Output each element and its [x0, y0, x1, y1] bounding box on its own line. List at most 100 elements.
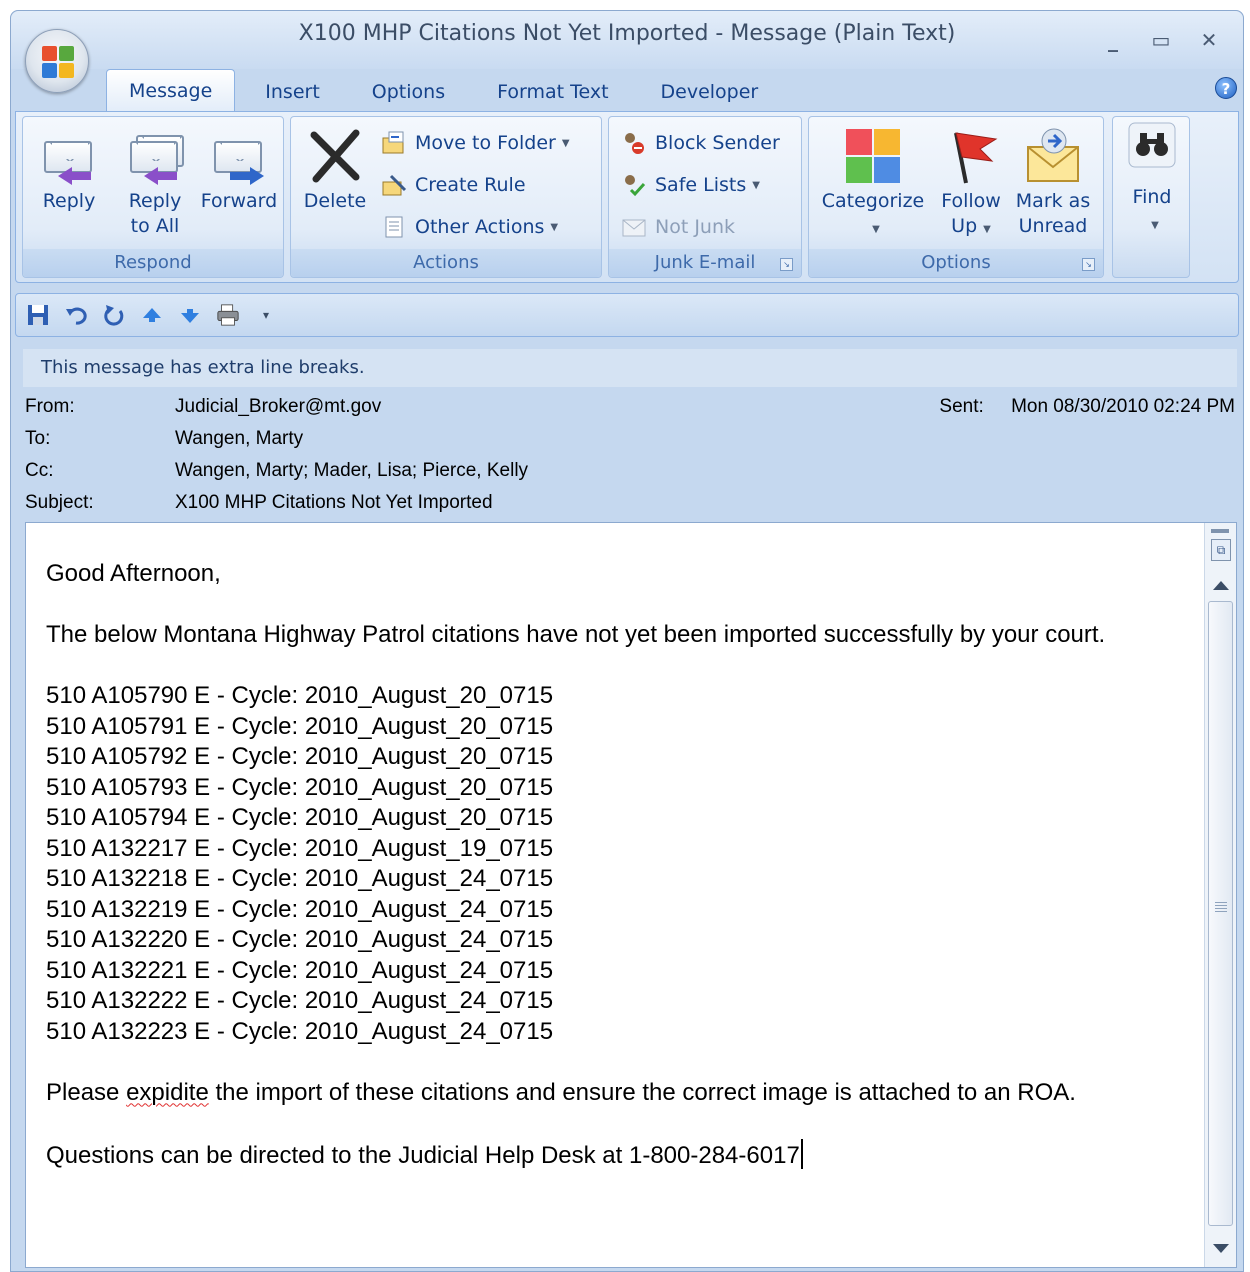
reply-all-button[interactable]: Reply to All: [113, 127, 197, 239]
title-bar: X100 MHP Citations Not Yet Imported - Me…: [11, 11, 1243, 69]
create-rule-button[interactable]: Create Rule: [381, 167, 526, 203]
from-label: From:: [25, 396, 75, 417]
chevron-down-icon: ▼: [872, 224, 880, 235]
request-paragraph: Please expidite the import of these cita…: [46, 1078, 1176, 1109]
follow-up-label-1: Follow: [941, 190, 1001, 212]
citation-line: 510 A105794 E - Cycle: 2010_August_20_07…: [46, 804, 554, 831]
window-controls: _ ▭ ✕: [1089, 25, 1233, 55]
tab-developer[interactable]: Developer: [639, 73, 781, 111]
chevron-down-icon: ▼: [983, 224, 991, 235]
misspelled-word[interactable]: expidite: [126, 1079, 209, 1106]
find-label: Find: [1132, 186, 1172, 208]
chevron-down-icon: ▼: [550, 221, 559, 233]
citation-line: 510 A105793 E - Cycle: 2010_August_20_07…: [46, 773, 554, 801]
info-bar[interactable]: This message has extra line breaks.: [23, 349, 1237, 387]
group-options: Categorize ▼ Follow Up ▼ Mark as Unread …: [808, 116, 1104, 278]
message-body[interactable]: Good Afternoon, The below Montana Highwa…: [46, 559, 1176, 1171]
forward-button[interactable]: Forward: [197, 127, 281, 214]
office-button[interactable]: [25, 29, 89, 93]
customize-icon[interactable]: ▾: [254, 303, 278, 327]
request-text-start: Please: [46, 1078, 127, 1106]
intro-paragraph: The below Montana Highway Patrol citatio…: [46, 621, 1106, 648]
other-actions-label: Other Actions: [415, 216, 545, 238]
tab-format-text[interactable]: Format Text: [475, 73, 630, 111]
create-rule-icon: [381, 172, 407, 198]
undo-icon[interactable]: [64, 303, 88, 327]
ribbon-tabs: Message Insert Options Format Text Devel…: [106, 69, 788, 111]
to-value[interactable]: Wangen, Marty: [175, 423, 303, 455]
message-window: X100 MHP Citations Not Yet Imported - Me…: [10, 10, 1244, 1272]
reply-all-label-2: to All: [130, 215, 180, 237]
view-toggle-icon[interactable]: ⧉: [1211, 539, 1231, 561]
citation-line: 510 A105792 E - Cycle: 2010_August_20_07…: [46, 743, 554, 770]
safe-lists-button[interactable]: Safe Lists ▼: [621, 167, 760, 203]
scroll-thumb[interactable]: [1208, 601, 1233, 1226]
follow-up-label-2: Up: [951, 215, 978, 237]
chevron-down-icon: ▼: [1151, 220, 1159, 231]
delete-button[interactable]: Delete: [297, 127, 373, 214]
options-dialog-launcher[interactable]: ↘: [1082, 258, 1095, 271]
from-value[interactable]: Judicial_Broker@mt.gov: [175, 391, 381, 423]
scroll-down-arrow-icon[interactable]: [1213, 1244, 1229, 1253]
group-label-junk-email: Junk E-mail: [609, 249, 801, 277]
delete-x-icon: [306, 127, 364, 185]
not-junk-button[interactable]: Not Junk: [621, 209, 735, 245]
print-icon[interactable]: [216, 303, 240, 327]
mark-as-unread-button[interactable]: Mark as Unread: [1009, 127, 1097, 239]
redo-icon[interactable]: [102, 303, 126, 327]
citation-line: 510 A132223 E - Cycle: 2010_August_24_07…: [46, 1017, 554, 1045]
maximize-button[interactable]: ▭: [1137, 25, 1185, 55]
subject-value: X100 MHP Citations Not Yet Imported: [175, 492, 493, 513]
citation-line: 510 A132217 E - Cycle: 2010_August_19_07…: [46, 834, 554, 862]
junk-email-dialog-launcher[interactable]: ↘: [780, 258, 793, 271]
text-cursor: [800, 1138, 803, 1169]
minimize-button[interactable]: _: [1089, 25, 1137, 55]
forward-icon: [210, 127, 268, 185]
window-title: X100 MHP Citations Not Yet Imported - Me…: [298, 21, 956, 46]
find-button[interactable]: Find ▼: [1117, 121, 1187, 238]
categorize-button[interactable]: Categorize ▼: [815, 127, 931, 242]
from-row: From: Judicial_Broker@mt.gov Sent: Mon 0…: [25, 391, 1239, 423]
citation-list: 510 A105790 E - Cycle: 2010_August_20_07…: [46, 681, 1176, 1047]
mark-unread-label-1: Mark as: [1015, 190, 1091, 212]
ribbon: Reply Reply to All Forward Respond Delet…: [15, 111, 1239, 283]
reply-label: Reply: [42, 190, 96, 212]
split-handle[interactable]: [1211, 529, 1229, 533]
other-actions-button[interactable]: Other Actions ▼: [381, 209, 558, 245]
close-button[interactable]: ✕: [1185, 25, 1233, 55]
reply-icon: [40, 127, 98, 185]
cc-value[interactable]: Wangen, Marty; Mader, Lisa; Pierce, Kell…: [175, 455, 528, 487]
reply-button[interactable]: Reply: [31, 127, 107, 214]
subject-label: Subject:: [25, 492, 94, 513]
group-respond: Reply Reply to All Forward Respond: [22, 116, 284, 278]
help-icon[interactable]: ?: [1215, 77, 1237, 99]
mark-unread-icon: [1024, 127, 1082, 185]
previous-item-icon[interactable]: [140, 303, 164, 327]
office-logo-icon: [42, 46, 74, 78]
block-sender-button[interactable]: Block Sender: [621, 125, 780, 161]
citation-line: 510 A132219 E - Cycle: 2010_August_24_07…: [46, 895, 554, 923]
chevron-down-icon: ▼: [561, 137, 570, 149]
save-icon[interactable]: [26, 303, 50, 327]
tab-message[interactable]: Message: [106, 69, 236, 111]
reply-all-label-1: Reply: [128, 190, 182, 212]
not-junk-label: Not Junk: [655, 216, 736, 238]
group-label-respond: Respond: [23, 249, 283, 277]
grip-icon: [1215, 902, 1227, 912]
safe-lists-icon: [621, 172, 647, 198]
citation-line: 510 A132222 E - Cycle: 2010_August_24_07…: [46, 987, 554, 1014]
other-actions-icon: [381, 214, 407, 240]
move-to-folder-label: Move to Folder: [415, 132, 556, 154]
vertical-scrollbar[interactable]: ⧉: [1204, 523, 1236, 1267]
scroll-up-arrow-icon[interactable]: [1213, 581, 1229, 590]
categorize-label: Categorize: [821, 190, 925, 212]
tab-insert[interactable]: Insert: [243, 73, 342, 111]
block-sender-label: Block Sender: [655, 132, 780, 154]
next-item-icon[interactable]: [178, 303, 202, 327]
move-to-folder-button[interactable]: Move to Folder ▼: [381, 125, 570, 161]
quick-access-toolbar: ▾: [15, 293, 1239, 337]
message-body-pane[interactable]: Good Afternoon, The below Montana Highwa…: [25, 522, 1237, 1268]
follow-up-button[interactable]: Follow Up ▼: [933, 127, 1009, 242]
tab-options[interactable]: Options: [350, 73, 467, 111]
group-label-options: Options: [809, 249, 1103, 277]
